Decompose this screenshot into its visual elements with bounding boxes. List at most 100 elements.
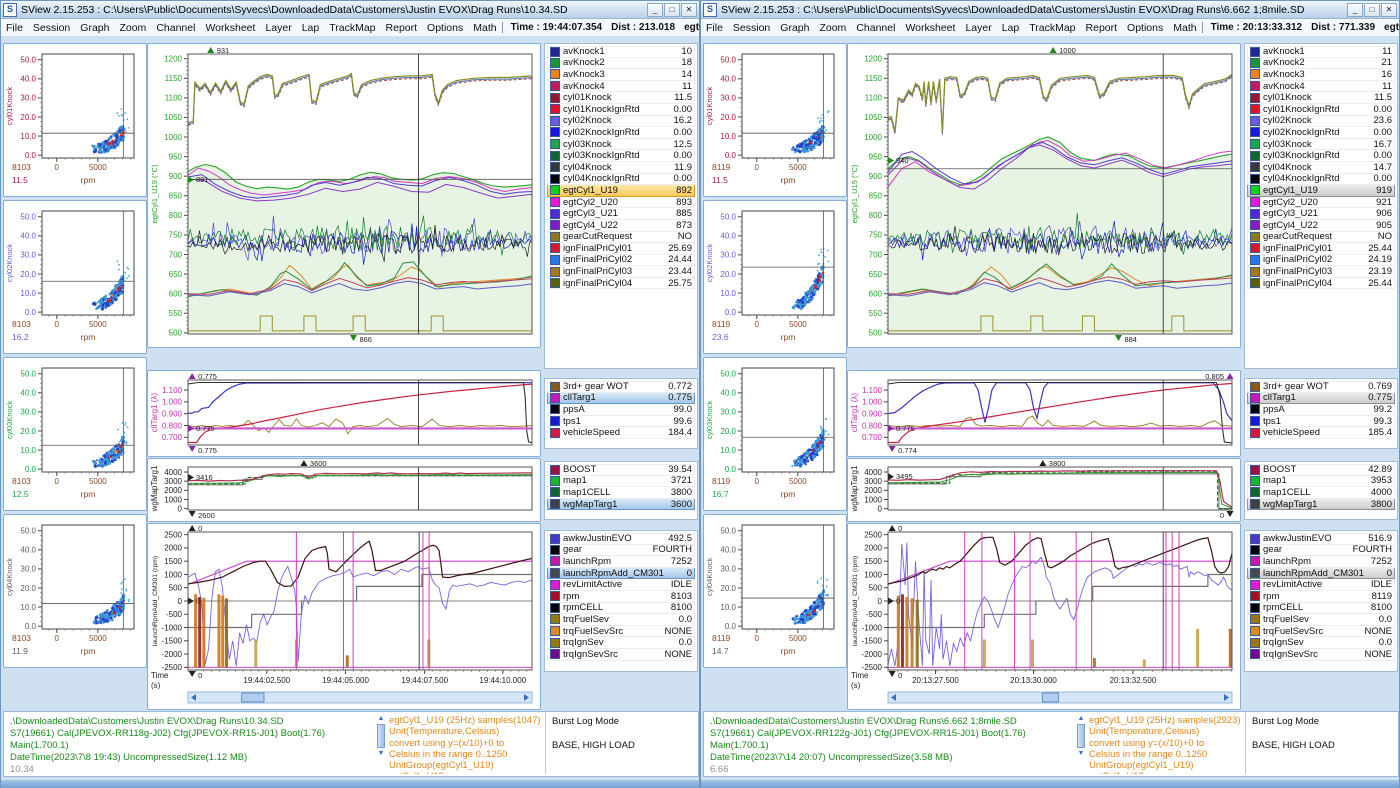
egt-chart-panel[interactable]: 1200115011001050100095090085080075070065… <box>147 43 541 348</box>
menu-item-report[interactable]: Report <box>381 21 423 35</box>
menu-item-lap[interactable]: Lap <box>997 21 1025 35</box>
channel-row-cyl02KnockIgnRtd[interactable]: cyl02KnockIgnRtd0.00 <box>1247 127 1395 139</box>
menu-item-lap[interactable]: Lap <box>297 21 325 35</box>
channel-row-cyl04KnockIgnRtd[interactable]: cyl04KnockIgnRtd0.00 <box>1247 174 1395 186</box>
maximize-button[interactable]: □ <box>664 3 680 17</box>
menu-item-channel[interactable]: Channel <box>851 21 900 35</box>
menu-item-trackmap[interactable]: TrackMap <box>1024 21 1080 35</box>
titlebar[interactable]: S SView 2.15.253 : C:\Users\Public\Docum… <box>1 1 699 19</box>
menu-item-session[interactable]: Session <box>728 21 775 35</box>
channel-row-BOOST[interactable]: BOOST42.89 <box>1247 464 1395 476</box>
menu-item-channel[interactable]: Channel <box>151 21 200 35</box>
menu-item-zoom[interactable]: Zoom <box>814 21 851 35</box>
scatter-chart-cyl01Knock[interactable]: 0.010.020.030.040.050.005000810311.5rpmc… <box>4 44 144 194</box>
menu-item-math[interactable]: Math <box>468 21 501 35</box>
channel-row-launchRpmAdd_CM301[interactable]: launchRpmAdd_CM3010 <box>1247 568 1395 580</box>
channel-row-BOOST[interactable]: BOOST39.54 <box>547 464 695 476</box>
channel-row-avKnock4[interactable]: avKnock411 <box>547 81 695 93</box>
channel-row-ignFinalPriCyl02[interactable]: ignFinalPriCyl0224.19 <box>1247 255 1395 267</box>
scatter-panel-cyl01Knock[interactable]: 0.010.020.030.040.050.005000810311.5rpmc… <box>3 43 147 197</box>
channel-row-vehicleSpeed[interactable]: vehicleSpeed185.4 <box>1247 427 1395 439</box>
lambda-chart[interactable]: 1.1001.0000.9000.8000.7000.8050.7750.774… <box>848 371 1238 454</box>
channel-row-trqFuelSevSrc[interactable]: trqFuelSevSrcNONE <box>1247 626 1395 638</box>
wgmap-chart[interactable]: 40003000200010000380034950wgMapTarg1 <box>848 459 1238 519</box>
channel-row-map1[interactable]: map13721 <box>547 476 695 488</box>
channel-row-avKnock2[interactable]: avKnock218 <box>547 58 695 70</box>
channel-row-tps1[interactable]: tps199.6 <box>547 416 695 428</box>
channel-row-egtCyl1_U19[interactable]: egtCyl1_U19892 <box>547 185 695 197</box>
launch-chart-panel[interactable]: 25002000150010005000-500-1000-1500-2000-… <box>147 523 541 710</box>
channel-row-avKnock3[interactable]: avKnock316 <box>1247 69 1395 81</box>
channel-row-cyl02KnockIgnRtd[interactable]: cyl02KnockIgnRtd0.00 <box>547 127 695 139</box>
channel-row-cyl01Knock[interactable]: cyl01Knock11.5 <box>547 92 695 104</box>
channel-row-cyl02Knock[interactable]: cyl02Knock23.6 <box>1247 116 1395 128</box>
scatter-chart-cyl04Knock[interactable]: 0.010.020.030.040.050.005000811914.7rpmc… <box>704 515 844 665</box>
launch-chart[interactable]: 25002000150010005000-500-1000-1500-2000-… <box>848 524 1238 707</box>
wgmap-chart-panel[interactable]: 40003000200010000360034162600wgMapTarg1 <box>147 458 541 522</box>
channel-row-cyl03KnockIgnRtd[interactable]: cyl03KnockIgnRtd0.00 <box>1247 150 1395 162</box>
channel-row-avKnock1[interactable]: avKnock110 <box>547 46 695 58</box>
channel-row-vehicleSpeed[interactable]: vehicleSpeed184.4 <box>547 427 695 439</box>
channel-row-egtCyl4_U22[interactable]: egtCyl4_U22873 <box>547 220 695 232</box>
channel-row-cyl04Knock[interactable]: cyl04Knock11.9 <box>547 162 695 174</box>
launch-chart[interactable]: 25002000150010005000-500-1000-1500-2000-… <box>148 524 538 707</box>
channel-row-ignFinalPriCyl01[interactable]: ignFinalPriCyl0125.44 <box>1247 243 1395 255</box>
minimize-button[interactable]: _ <box>1347 3 1363 17</box>
channel-row-trqFuelSevSrc[interactable]: trqFuelSevSrcNONE <box>547 626 695 638</box>
scatter-panel-cyl04Knock[interactable]: 0.010.020.030.040.050.005000810311.9rpmc… <box>3 514 147 668</box>
status-scrollbar[interactable]: ▲ ▼ <box>1076 714 1086 772</box>
channel-row-wgMapTarg1[interactable]: wgMapTarg13600 <box>547 499 695 511</box>
menu-item-trackmap[interactable]: TrackMap <box>324 21 380 35</box>
scroll-up-icon[interactable]: ▲ <box>376 714 386 723</box>
channel-row-egtCyl1_U19[interactable]: egtCyl1_U19919 <box>1247 185 1395 197</box>
channel-row-ppsA[interactable]: ppsA99.2 <box>1247 404 1395 416</box>
channel-row-ppsA[interactable]: ppsA99.0 <box>547 404 695 416</box>
channel-row-egtCyl3_U21[interactable]: egtCyl3_U21906 <box>1247 208 1395 220</box>
scatter-panel-cyl01Knock[interactable]: 0.010.020.030.040.050.005000811911.5rpmc… <box>703 43 847 197</box>
channel-row-gearCutRequest[interactable]: gearCutRequestNO <box>1247 232 1395 244</box>
channel-row-map1CELL[interactable]: map1CELL4000 <box>1247 487 1395 499</box>
egt-chart-panel[interactable]: 1200115011001050100095090085080075070065… <box>847 43 1241 348</box>
channel-row-revLimitActive[interactable]: revLimitActiveIDLE <box>547 579 695 591</box>
menu-item-options[interactable]: Options <box>422 21 468 35</box>
channel-row-rpmCELL[interactable]: rpmCELL8100 <box>1247 603 1395 615</box>
channel-row-ignFinalPriCyl03[interactable]: ignFinalPriCyl0323.19 <box>1247 266 1395 278</box>
titlebar[interactable]: S SView 2.15.253 : C:\Users\Public\Docum… <box>701 1 1399 19</box>
channel-row-cyl04Knock[interactable]: cyl04Knock14.7 <box>1247 162 1395 174</box>
egt-chart[interactable]: 1200115011001050100095090085080075070065… <box>848 44 1238 345</box>
channel-row-cyl03Knock[interactable]: cyl03Knock16.7 <box>1247 139 1395 151</box>
channel-row-trqIgnSevSrc[interactable]: trqIgnSevSrcNONE <box>1247 649 1395 661</box>
scatter-panel-cyl02Knock[interactable]: 0.010.020.030.040.050.005000810316.2rpmc… <box>3 200 147 354</box>
channel-row-map1CELL[interactable]: map1CELL3800 <box>547 487 695 499</box>
launch-chart-panel[interactable]: 25002000150010005000-500-1000-1500-2000-… <box>847 523 1241 710</box>
lambda-chart[interactable]: 1.1001.0000.9000.8000.7000.7750.7750.775… <box>148 371 538 454</box>
menu-item-worksheet[interactable]: Worksheet <box>200 21 260 35</box>
menu-item-layer[interactable]: Layer <box>960 21 996 35</box>
scatter-chart-cyl04Knock[interactable]: 0.010.020.030.040.050.005000810311.9rpmc… <box>4 515 144 665</box>
channel-row-gear[interactable]: gearFOURTH <box>547 545 695 557</box>
channel-row-avKnock4[interactable]: avKnock411 <box>1247 81 1395 93</box>
channel-row-trqIgnSev[interactable]: trqIgnSev0.0 <box>547 637 695 649</box>
menu-item-worksheet[interactable]: Worksheet <box>900 21 960 35</box>
channel-row-trqIgnSev[interactable]: trqIgnSev0.0 <box>1247 637 1395 649</box>
scatter-chart-cyl03Knock[interactable]: 0.010.020.030.040.050.005000810312.5rpmc… <box>4 358 144 508</box>
menu-item-math[interactable]: Math <box>1168 21 1201 35</box>
channel-row-cyl03KnockIgnRtd[interactable]: cyl03KnockIgnRtd0.00 <box>547 150 695 162</box>
menu-item-graph[interactable]: Graph <box>75 21 114 35</box>
close-button[interactable]: ✕ <box>681 3 697 17</box>
minimize-button[interactable]: _ <box>647 3 663 17</box>
scatter-chart-cyl02Knock[interactable]: 0.010.020.030.040.050.005000811923.6rpmc… <box>704 201 844 351</box>
scatter-panel-cyl02Knock[interactable]: 0.010.020.030.040.050.005000811923.6rpmc… <box>703 200 847 354</box>
channel-row-gear[interactable]: gearFOURTH <box>1247 545 1395 557</box>
scatter-panel-cyl03Knock[interactable]: 0.010.020.030.040.050.005000811916.7rpmc… <box>703 357 847 511</box>
channel-row-cllTarg1[interactable]: cllTarg10.775 <box>1247 393 1395 405</box>
channel-row-egtCyl2_U20[interactable]: egtCyl2_U20921 <box>1247 197 1395 209</box>
menu-item-file[interactable]: File <box>1 21 28 35</box>
lambda-chart-panel[interactable]: 1.1001.0000.9000.8000.7000.7750.7750.775… <box>147 370 541 457</box>
egt-chart[interactable]: 1200115011001050100095090085080075070065… <box>148 44 538 345</box>
scatter-panel-cyl04Knock[interactable]: 0.010.020.030.040.050.005000811914.7rpmc… <box>703 514 847 668</box>
status-scrollbar[interactable]: ▲ ▼ <box>376 714 386 772</box>
channel-row-egtCyl4_U22[interactable]: egtCyl4_U22905 <box>1247 220 1395 232</box>
scatter-chart-cyl02Knock[interactable]: 0.010.020.030.040.050.005000810316.2rpmc… <box>4 201 144 351</box>
menu-item-zoom[interactable]: Zoom <box>114 21 151 35</box>
